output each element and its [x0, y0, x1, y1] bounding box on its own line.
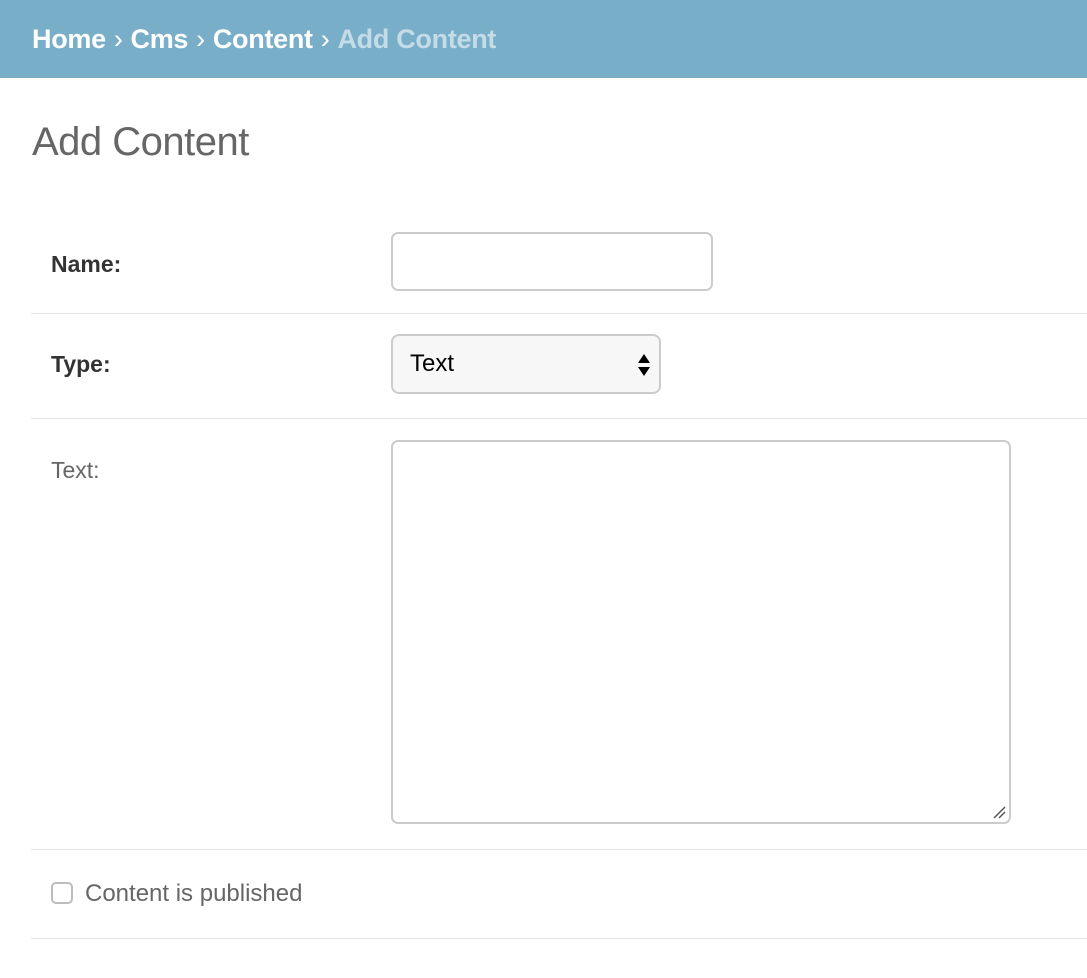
breadcrumb: Home › Cms › Content › Add Content [0, 0, 1087, 78]
published-checkbox[interactable] [51, 882, 73, 904]
breadcrumb-home-link[interactable]: Home [32, 24, 106, 55]
page-title: Add Content [32, 120, 249, 164]
breadcrumb-separator: › [196, 23, 205, 54]
form-row-published: Content is published [31, 850, 1087, 939]
resize-handle-icon[interactable] [992, 805, 1006, 819]
breadcrumb-separator: › [320, 23, 330, 54]
form-row-text: Text: [31, 419, 1087, 850]
breadcrumb-separator: › [113, 23, 123, 54]
form-row-name: Name: [31, 213, 1087, 314]
breadcrumb-cms-link[interactable]: Cms [131, 24, 189, 55]
type-select-value: Text [410, 350, 455, 377]
text-textarea[interactable] [391, 440, 1011, 824]
breadcrumb-content-link[interactable]: Content [213, 24, 313, 55]
name-input[interactable] [391, 232, 713, 291]
name-label: Name: [51, 251, 122, 277]
published-label[interactable]: Content is published [85, 880, 302, 908]
type-select[interactable]: Text [391, 334, 661, 394]
type-label: Type: [51, 351, 111, 377]
select-arrows-icon [638, 354, 650, 376]
form-row-type: Type: Text [31, 314, 1087, 419]
text-label: Text: [51, 457, 100, 483]
breadcrumb-current: Add Content [337, 23, 497, 54]
